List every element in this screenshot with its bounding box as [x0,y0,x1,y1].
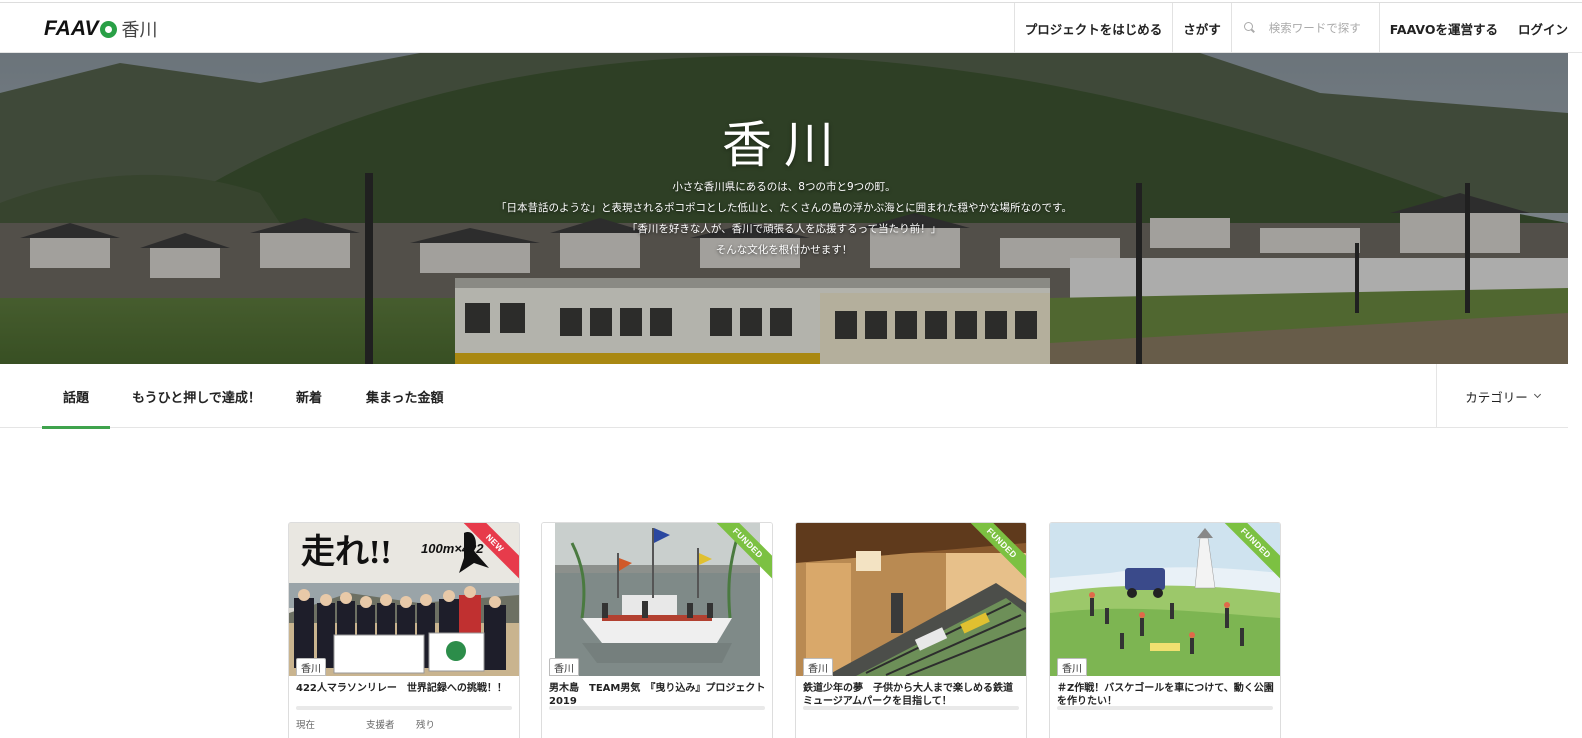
progress-bar [296,706,512,710]
site-header: FAAV 香川 プロジェクトをはじめる さがす FAAVOを運営する ログイン [0,2,1582,53]
image-headline: 走れ!! [301,533,392,571]
stat-remaining-label: 残り [416,720,436,731]
category-label: カテゴリー [1465,389,1528,405]
hero-line: 「日本昔話のような」と表現されるポコポコとした低山と、たくさんの島の浮かぶ海とに… [495,202,1073,214]
project-card[interactable]: FUNDED 香川 ＃Z作戦！バスケゴールを車につけて、動く公園を作りたい！ [1049,522,1281,738]
project-card[interactable]: FUNDED 香川 男木島 TEAM男気 『曳り込み』プロジェクト2019 [541,522,773,738]
stat-current-label: 現在 [296,720,316,731]
category-dropdown[interactable]: カテゴリー [1436,364,1568,428]
login-link[interactable]: ログイン [1508,3,1582,53]
start-project-link[interactable]: プロジェクトをはじめる [1013,3,1173,53]
project-title[interactable]: 鉄道少年の夢 子供から大人まで楽しめる鉄道ミュージアムパークを目指して！ [796,676,1026,707]
hero-line: 小さな香川県にあるのは、8つの市と9つの町。 [672,181,896,193]
project-title[interactable]: 422人マラソンリレー 世界記録への挑戦！！ [289,676,519,706]
area-badge: 香川 [803,658,833,676]
project-stats: 現在 支援者 残り [296,717,519,731]
project-card[interactable]: 走れ!! 100m×422 NEW 香川 422人マラソンリレー 世界記録への挑… [288,522,520,738]
tab-topic[interactable]: 話題 [42,364,111,429]
project-title[interactable]: ＃Z作戦！バスケゴールを車につけて、動く公園を作りたい！ [1050,676,1280,707]
logo-text: FAAV [44,17,99,40]
tab-amount-raised[interactable]: 集まった金額 [366,364,443,428]
site-logo[interactable]: FAAV 香川 [44,17,157,41]
page: FAAV 香川 プロジェクトをはじめる さがす FAAVOを運営する ログイン [0,0,1582,738]
search-icon [1243,22,1255,34]
sort-tabs: 話題 もうひと押しで達成！ 新着 集まった金額 カテゴリー [0,364,1568,429]
hero-line: 「香川を好きな人が、香川で頑張る人を応援するって当たり前！」 [626,223,942,235]
hero-title: 香川 [722,116,846,174]
area-badge: 香川 [1057,658,1087,676]
header-nav: プロジェクトをはじめる さがす FAAVOを運営する ログイン [1013,3,1582,53]
search-input[interactable] [1268,21,1369,35]
area-badge: 香川 [296,658,326,676]
tab-new[interactable]: 新着 [296,364,322,428]
project-image: FUNDED 香川 [1050,523,1280,676]
project-card[interactable]: FUNDED 香川 鉄道少年の夢 子供から大人まで楽しめる鉄道ミュージアムパーク… [795,522,1027,738]
logo-wordmark: FAAV [44,17,118,41]
project-image: FUNDED 香川 [542,523,772,676]
chevron-down-icon [1533,390,1541,398]
hero-description: 小さな香川県にあるのは、8つの市と9つの町。 「日本昔話のような」と表現されるポ… [0,177,1568,261]
project-title[interactable]: 男木島 TEAM男気 『曳り込み』プロジェクト2019 [542,676,772,707]
image-subtext: 100m×422 [421,541,484,556]
logo-circle-icon [100,20,118,38]
search-link[interactable]: さがす [1172,3,1231,53]
project-image: FUNDED 香川 [796,523,1026,676]
area-badge: 香川 [549,658,579,676]
progress-bar [549,706,765,710]
hero-line: そんな文化を根付かせます！ [715,244,853,256]
search-box [1230,3,1379,53]
logo-area-name: 香川 [121,20,158,41]
stat-supporters-label: 支援者 [366,720,395,731]
project-image: 走れ!! 100m×422 NEW 香川 [289,523,519,676]
tab-almost-funded[interactable]: もうひと押しで達成！ [132,364,261,428]
operate-faavo-link[interactable]: FAAVOを運営する [1378,3,1508,53]
hero-banner: 香川 小さな香川県にあるのは、8つの市と9つの町。 「日本昔話のような」と表現さ… [0,53,1568,364]
